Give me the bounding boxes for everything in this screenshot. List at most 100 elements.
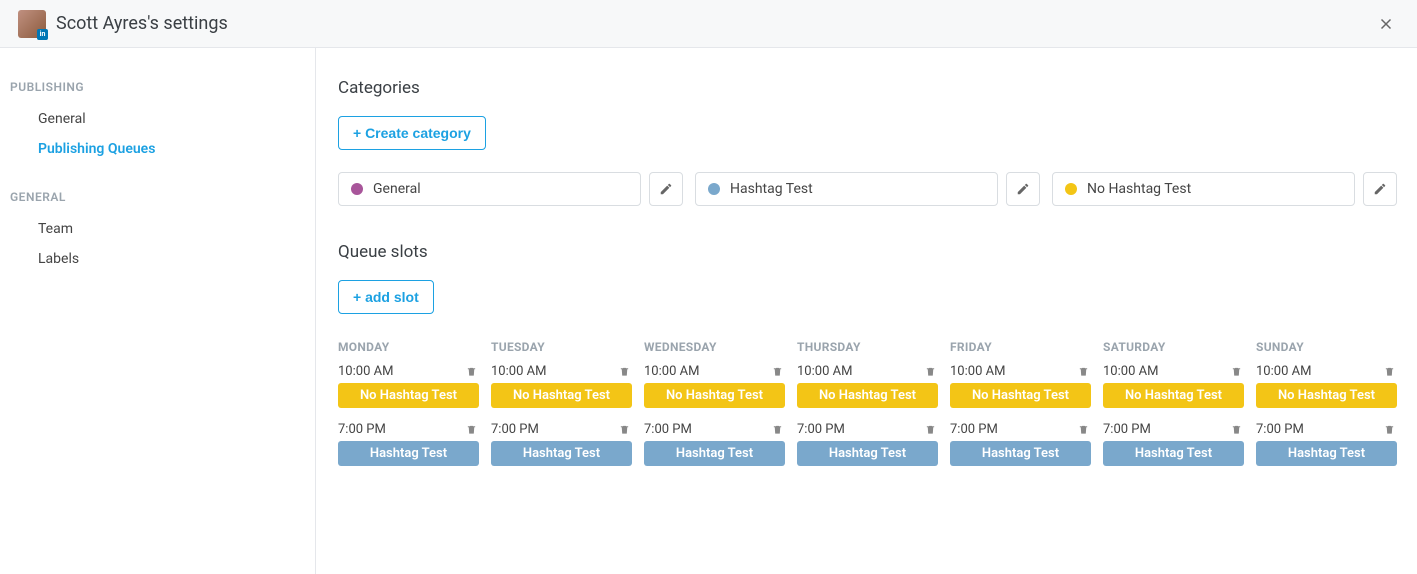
slot-time-row: 10:00 AM (1103, 364, 1244, 379)
delete-slot-button[interactable] (1229, 364, 1244, 379)
slot-time[interactable]: 10:00 AM (1103, 364, 1158, 379)
day-column: SATURDAY10:00 AMNo Hashtag Test7:00 PMHa… (1103, 340, 1244, 480)
delete-slot-button[interactable] (1382, 364, 1397, 379)
slot-category-tag[interactable]: No Hashtag Test (491, 383, 632, 408)
category-pill[interactable]: Hashtag Test (695, 172, 998, 206)
slot-category-tag[interactable]: Hashtag Test (491, 441, 632, 466)
slot-category-tag[interactable]: Hashtag Test (338, 441, 479, 466)
queue-slot: 7:00 PM Hashtag Test (1103, 422, 1244, 466)
delete-slot-button[interactable] (923, 422, 938, 437)
delete-slot-button[interactable] (770, 422, 785, 437)
category-color-dot (708, 183, 720, 195)
delete-slot-button[interactable] (1076, 364, 1091, 379)
delete-slot-button[interactable] (617, 364, 632, 379)
sidebar-item[interactable]: Publishing Queues (0, 134, 315, 164)
edit-category-button[interactable] (1363, 172, 1397, 206)
header: in Scott Ayres's settings (0, 0, 1417, 48)
delete-slot-button[interactable] (1076, 422, 1091, 437)
slot-time-row: 7:00 PM (1103, 422, 1244, 437)
slot-time-row: 7:00 PM (950, 422, 1091, 437)
queue-slot: 10:00 AM No Hashtag Test (491, 364, 632, 408)
add-slot-button[interactable]: + add slot (338, 280, 434, 314)
day-column: WEDNESDAY 10:00 AM No Hashtag Test 7:00 PM H… (644, 340, 785, 480)
slot-time[interactable]: 10:00 AM (950, 364, 1005, 379)
slot-time[interactable]: 10:00 AM (644, 364, 699, 379)
linkedin-badge-icon: in (37, 29, 48, 40)
close-button[interactable] (1373, 11, 1399, 37)
sidebar-item[interactable]: Labels (0, 244, 315, 274)
slot-time-row: 7:00 PM (491, 422, 632, 437)
slot-category-tag[interactable]: No Hashtag Test (950, 383, 1091, 408)
category-group: Hashtag Test (695, 172, 1040, 206)
slot-category-tag[interactable]: Hashtag Test (1103, 441, 1244, 466)
category-label: General (373, 181, 421, 197)
delete-slot-button[interactable] (464, 364, 479, 379)
trash-icon (1231, 366, 1242, 377)
slot-category-tag[interactable]: Hashtag Test (797, 441, 938, 466)
trash-icon (1078, 424, 1089, 435)
slot-category-tag[interactable]: No Hashtag Test (1103, 383, 1244, 408)
queue-slot: 10:00 AM No Hashtag Test (644, 364, 785, 408)
sidebar-section-title: PUBLISHING (0, 76, 315, 104)
slot-category-tag[interactable]: No Hashtag Test (338, 383, 479, 408)
sidebar-section: GENERALTeamLabels (0, 186, 315, 274)
slot-category-tag[interactable]: Hashtag Test (1256, 441, 1397, 466)
header-left: in Scott Ayres's settings (18, 10, 228, 38)
slot-time[interactable]: 7:00 PM (338, 422, 386, 437)
delete-slot-button[interactable] (1229, 422, 1244, 437)
day-name: MONDAY (338, 340, 479, 354)
day-name: TUESDAY (491, 340, 632, 354)
slot-time-row: 10:00 AM (1256, 364, 1397, 379)
slot-category-tag[interactable]: Hashtag Test (950, 441, 1091, 466)
create-category-button[interactable]: + Create category (338, 116, 486, 150)
slot-time-row: 10:00 AM (338, 364, 479, 379)
queue-slot: 10:00 AM No Hashtag Test (338, 364, 479, 408)
slot-time[interactable]: 10:00 AM (1256, 364, 1311, 379)
slot-category-tag[interactable]: Hashtag Test (644, 441, 785, 466)
slot-time-row: 10:00 AM (644, 364, 785, 379)
sidebar-section: PUBLISHINGGeneralPublishing Queues (0, 76, 315, 164)
queue-slot: 10:00 AM No Hashtag Test (797, 364, 938, 408)
slot-category-tag[interactable]: No Hashtag Test (797, 383, 938, 408)
category-group: General (338, 172, 683, 206)
main: Categories + Create category GeneralHash… (316, 48, 1417, 574)
slot-time[interactable]: 7:00 PM (491, 422, 539, 437)
slot-category-tag[interactable]: No Hashtag Test (644, 383, 785, 408)
category-pill[interactable]: No Hashtag Test (1052, 172, 1355, 206)
day-name: SUNDAY (1256, 340, 1397, 354)
slot-time-row: 10:00 AM (797, 364, 938, 379)
delete-slot-button[interactable] (464, 422, 479, 437)
slot-time[interactable]: 10:00 AM (491, 364, 546, 379)
pencil-icon (1016, 182, 1030, 196)
slot-time[interactable]: 7:00 PM (644, 422, 692, 437)
edit-category-button[interactable] (1006, 172, 1040, 206)
delete-slot-button[interactable] (770, 364, 785, 379)
day-name: WEDNESDAY (644, 340, 785, 354)
trash-icon (466, 424, 477, 435)
avatar: in (18, 10, 46, 38)
slot-time[interactable]: 10:00 AM (338, 364, 393, 379)
sidebar-item[interactable]: General (0, 104, 315, 134)
slot-time[interactable]: 7:00 PM (1256, 422, 1304, 437)
queue-slot: 7:00 PM Hashtag Test (338, 422, 479, 466)
delete-slot-button[interactable] (1382, 422, 1397, 437)
slot-time[interactable]: 7:00 PM (797, 422, 845, 437)
trash-icon (925, 366, 936, 377)
queue-section: Queue slots + add slot MONDAY10:00 AMNo … (338, 242, 1397, 480)
slot-category-tag[interactable]: No Hashtag Test (1256, 383, 1397, 408)
sidebar-item[interactable]: Team (0, 214, 315, 244)
delete-slot-button[interactable] (617, 422, 632, 437)
categories-row: General Hashtag Test No Hashtag Test (338, 172, 1397, 206)
slot-time[interactable]: 7:00 PM (950, 422, 998, 437)
trash-icon (619, 424, 630, 435)
category-pill[interactable]: General (338, 172, 641, 206)
slot-time-row: 7:00 PM (797, 422, 938, 437)
category-label: No Hashtag Test (1087, 181, 1191, 197)
queue-slot: 10:00 AM No Hashtag Test (1256, 364, 1397, 408)
page-title: Scott Ayres's settings (56, 13, 228, 34)
delete-slot-button[interactable] (923, 364, 938, 379)
edit-category-button[interactable] (649, 172, 683, 206)
slot-time[interactable]: 7:00 PM (1103, 422, 1151, 437)
slot-time[interactable]: 10:00 AM (797, 364, 852, 379)
day-column: THURSDAY10:00 AMNo Hashtag Test7:00 PMHa… (797, 340, 938, 480)
